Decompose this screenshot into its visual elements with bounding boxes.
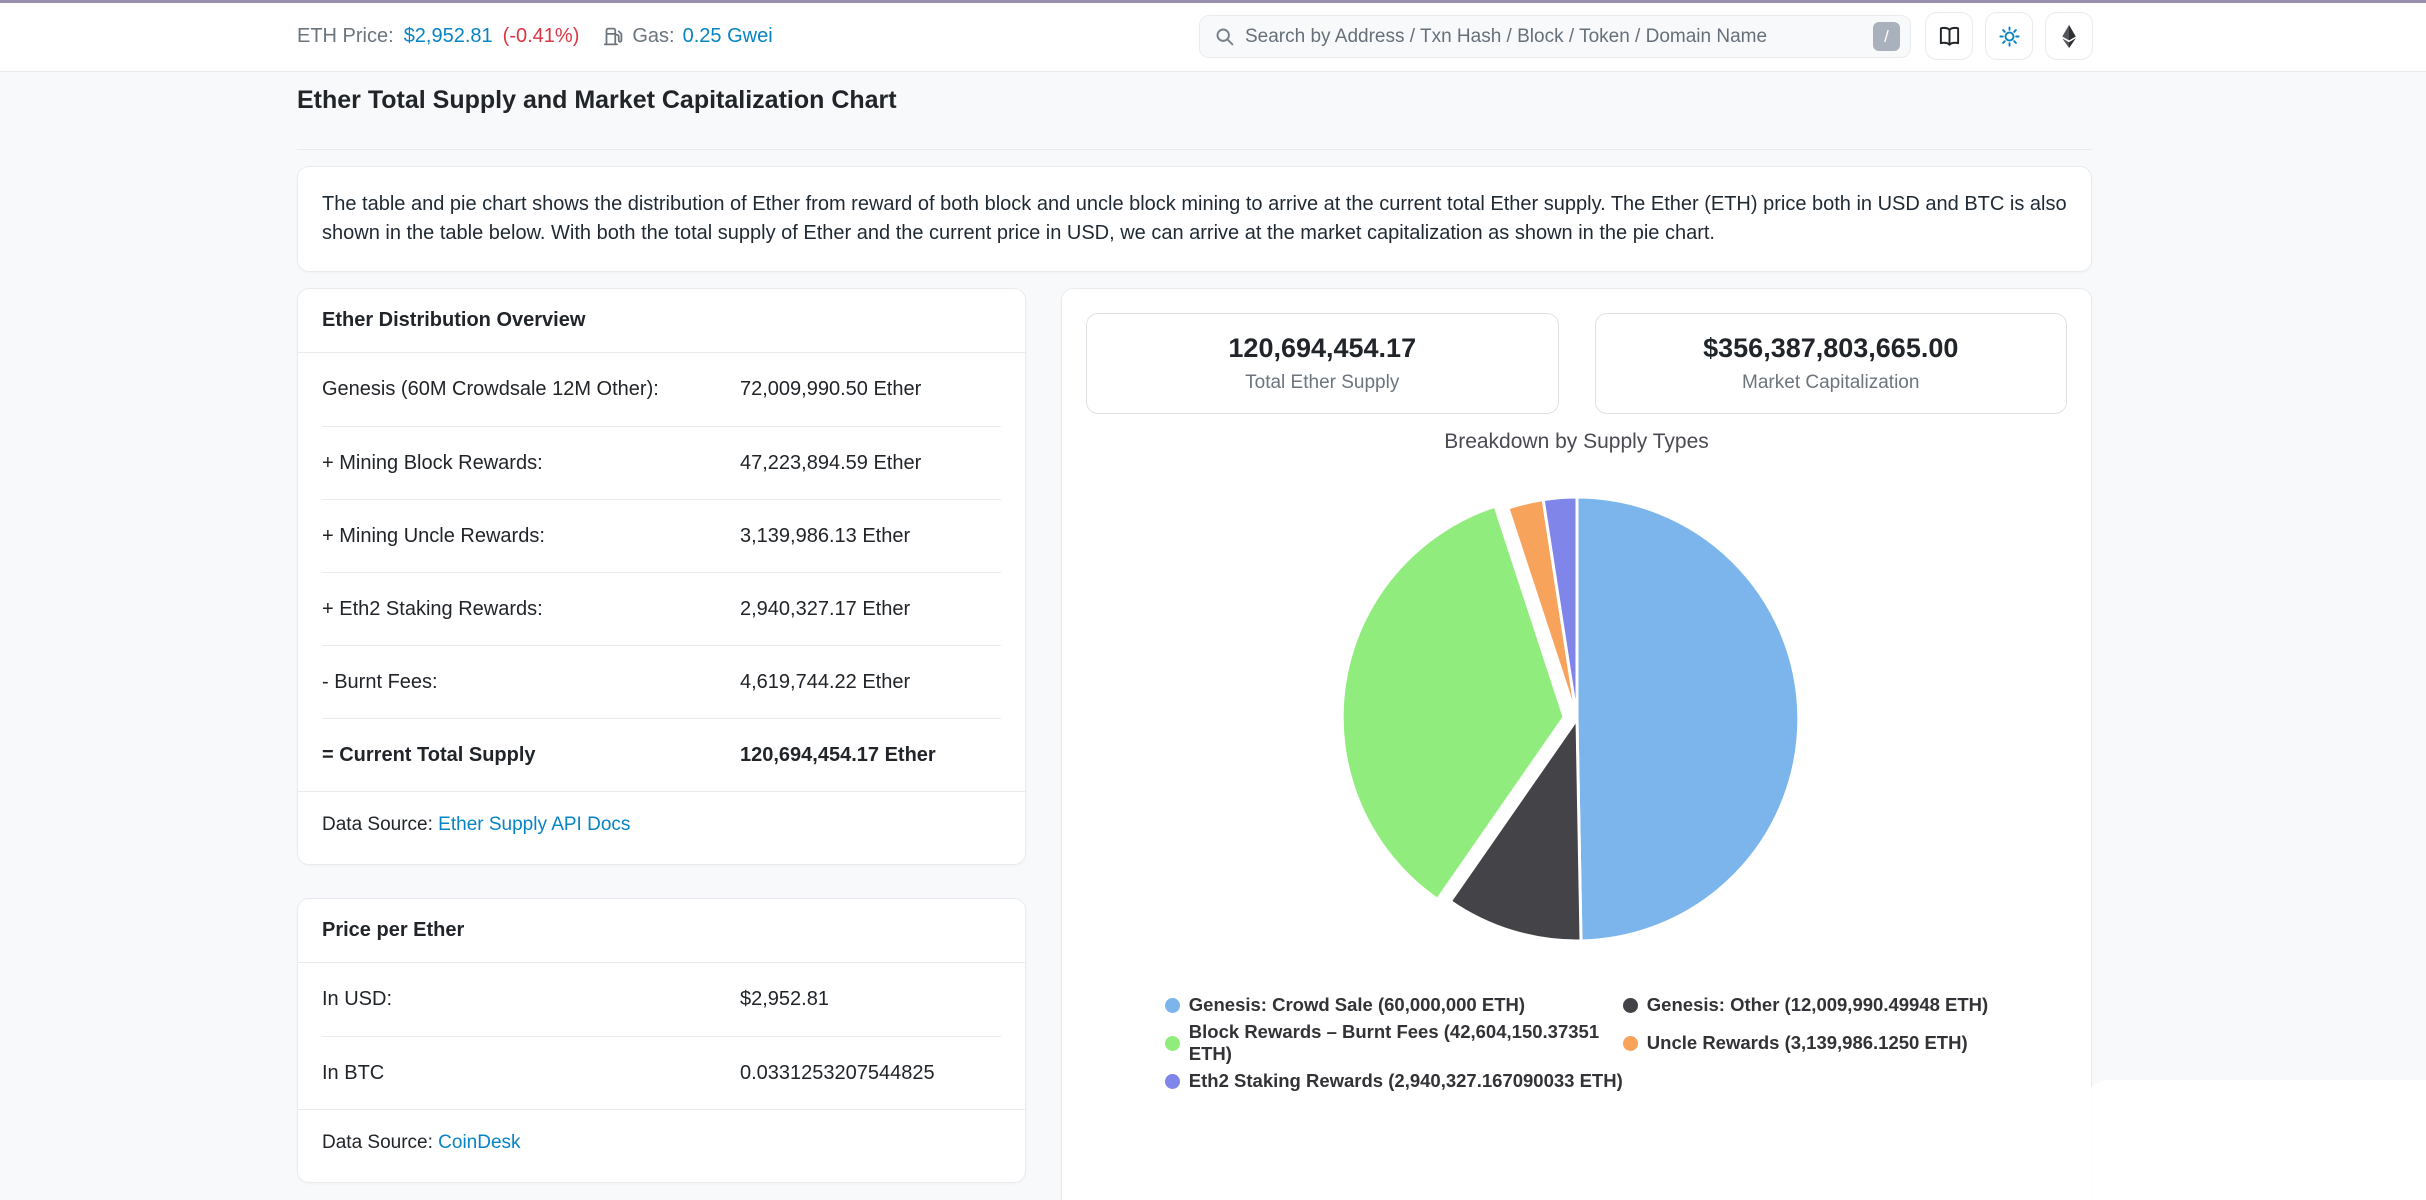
stat-value: 120,694,454.17: [1228, 333, 1416, 364]
row-value: 47,223,894.59 Ether: [740, 452, 1001, 475]
legend-marker-icon: [1623, 998, 1638, 1013]
data-source-label: Data Source:: [322, 814, 438, 835]
row-value: 4,619,744.22 Ether: [740, 671, 1001, 694]
docs-button[interactable]: [1925, 12, 1973, 60]
legend-item[interactable]: Genesis: Crowd Sale (60,000,000 ETH): [1165, 994, 1623, 1016]
row-label: Genesis (60M Crowdsale 12M Other):: [322, 378, 740, 401]
gas-label: Gas:: [632, 25, 674, 48]
search-input[interactable]: [1245, 26, 1873, 48]
price-source-row: Data Source: CoinDesk: [298, 1109, 1025, 1182]
price-card: Price per Ether In USD:$2,952.81In BTC0.…: [297, 898, 1026, 1183]
overlay-widget: [2085, 1080, 2426, 1200]
stats-row: 120,694,454.17 Total Ether Supply $356,387…: [1086, 313, 2067, 414]
stat-label: Total Ether Supply: [1245, 372, 1399, 394]
chart-title: Breakdown by Supply Types: [1062, 430, 2091, 454]
coindesk-link[interactable]: CoinDesk: [438, 1132, 520, 1153]
row-label: + Eth2 Staking Rewards:: [322, 598, 740, 621]
legend-item[interactable]: Block Rewards – Burnt Fees (42,604,150.3…: [1165, 1021, 1623, 1065]
row-value: 72,009,990.50 Ether: [740, 378, 1001, 401]
distribution-card: Ether Distribution Overview Genesis (60M…: [297, 288, 1026, 865]
ethereum-icon: [2059, 25, 2079, 48]
description-card: The table and pie chart shows the distri…: [297, 166, 2092, 272]
price-card-title: Price per Ether: [298, 899, 1025, 963]
legend-marker-icon: [1623, 1036, 1638, 1051]
row-value: 3,139,986.13 Ether: [740, 525, 1001, 548]
legend-label: Genesis: Other (12,009,990.49948 ETH): [1647, 994, 1988, 1016]
search-shortcut-badge: /: [1873, 22, 1900, 51]
table-row: In BTC0.0331253207544825: [322, 1036, 1001, 1109]
header-bar: ETH Price: $2,952.81 (-0.41%) Gas: 0.25 …: [0, 0, 2426, 72]
stat-box: $356,387,803,665.00 Market Capitalization: [1595, 313, 2068, 414]
table-row: + Eth2 Staking Rewards:2,940,327.17 Ethe…: [322, 572, 1001, 645]
network-button[interactable]: [2045, 12, 2093, 60]
title-divider: [297, 149, 2092, 150]
stat-label: Market Capitalization: [1742, 372, 1919, 394]
book-icon: [1938, 25, 1961, 48]
search-bar[interactable]: /: [1199, 15, 1911, 58]
table-row: - Burnt Fees:4,619,744.22 Ether: [322, 645, 1001, 718]
page-load-accent-bar: [0, 0, 2426, 3]
stat-value: $356,387,803,665.00: [1703, 333, 1958, 364]
legend-marker-icon: [1165, 1074, 1180, 1089]
table-row: In USD:$2,952.81: [322, 963, 1001, 1036]
row-label: In BTC: [322, 1062, 740, 1085]
eth-price-value[interactable]: $2,952.81: [404, 25, 493, 48]
legend-label: Eth2 Staking Rewards (2,940,327.16709003…: [1189, 1070, 1623, 1092]
sun-icon: [1998, 25, 2021, 48]
row-value: $2,952.81: [740, 988, 1001, 1011]
legend-label: Block Rewards – Burnt Fees (42,604,150.3…: [1189, 1021, 1623, 1065]
row-label: + Mining Block Rewards:: [322, 452, 740, 475]
legend-item[interactable]: Genesis: Other (12,009,990.49948 ETH): [1623, 994, 1988, 1016]
theme-toggle-button[interactable]: [1985, 12, 2033, 60]
price-table: In USD:$2,952.81In BTC0.0331253207544825: [298, 963, 1025, 1109]
pie-slice[interactable]: [1577, 497, 1799, 941]
distribution-source-row: Data Source: Ether Supply API Docs: [298, 791, 1025, 864]
table-row: + Mining Block Rewards:47,223,894.59 Eth…: [322, 426, 1001, 499]
search-icon: [1214, 26, 1235, 47]
row-label: In USD:: [322, 988, 740, 1011]
row-value: 0.0331253207544825: [740, 1062, 1001, 1085]
legend-marker-icon: [1165, 998, 1180, 1013]
distribution-card-title: Ether Distribution Overview: [298, 289, 1025, 353]
eth-price-change: (-0.41%): [503, 25, 580, 48]
row-value: 2,940,327.17 Ether: [740, 598, 1001, 621]
eth-price-label: ETH Price:: [297, 25, 394, 48]
table-row: Genesis (60M Crowdsale 12M Other):72,009…: [322, 353, 1001, 426]
legend-marker-icon: [1165, 1036, 1180, 1051]
row-label: + Mining Uncle Rewards:: [322, 525, 740, 548]
header-stats: ETH Price: $2,952.81 (-0.41%) Gas: 0.25 …: [297, 0, 773, 72]
legend-label: Genesis: Crowd Sale (60,000,000 ETH): [1189, 994, 1525, 1016]
gas-pump-icon: [603, 26, 624, 47]
table-row: = Current Total Supply120,694,454.17 Eth…: [322, 718, 1001, 791]
legend-label: Uncle Rewards (3,139,986.1250 ETH): [1647, 1032, 1968, 1054]
data-source-label: Data Source:: [322, 1132, 438, 1153]
gas-group: Gas: 0.25 Gwei: [603, 25, 772, 48]
page-title: Ether Total Supply and Market Capitaliza…: [297, 86, 2092, 115]
legend-item[interactable]: Uncle Rewards (3,139,986.1250 ETH): [1623, 1021, 1988, 1065]
stat-box: 120,694,454.17 Total Ether Supply: [1086, 313, 1559, 414]
chart-legend: Genesis: Crowd Sale (60,000,000 ETH) Gene…: [1062, 994, 2091, 1092]
ether-supply-api-docs-link[interactable]: Ether Supply API Docs: [438, 814, 630, 835]
row-label: = Current Total Supply: [322, 744, 740, 767]
row-label: - Burnt Fees:: [322, 671, 740, 694]
supply-chart-card: 120,694,454.17 Total Ether Supply $356,387…: [1061, 288, 2092, 1200]
legend-item[interactable]: Eth2 Staking Rewards (2,940,327.16709003…: [1165, 1070, 1623, 1092]
gas-value[interactable]: 0.25 Gwei: [683, 25, 773, 48]
main-content: Ether Total Supply and Market Capitaliza…: [297, 72, 2092, 1200]
row-value: 120,694,454.17 Ether: [740, 744, 1001, 767]
pie-chart: [1342, 484, 1812, 954]
distribution-table: Genesis (60M Crowdsale 12M Other):72,009…: [298, 353, 1025, 791]
table-row: + Mining Uncle Rewards:3,139,986.13 Ethe…: [322, 499, 1001, 572]
